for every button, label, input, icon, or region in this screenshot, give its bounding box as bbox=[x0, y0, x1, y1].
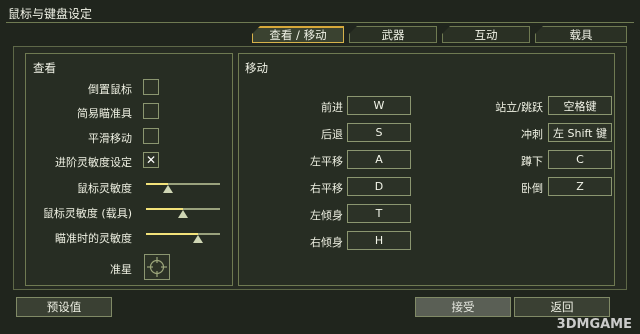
move-panel-title: 移动 bbox=[245, 61, 268, 75]
key-crouch[interactable]: C bbox=[548, 150, 612, 169]
accept-button[interactable]: 接受 bbox=[415, 297, 511, 317]
invert-mouse-checkbox[interactable] bbox=[143, 79, 159, 95]
simple-aim-checkbox[interactable] bbox=[143, 103, 159, 119]
key-sprint[interactable]: 左 Shift 键 bbox=[548, 123, 612, 142]
key-lean-left[interactable]: T bbox=[347, 204, 411, 223]
aim-sensitivity-slider[interactable] bbox=[146, 231, 220, 243]
crosshair-label: 准星 bbox=[110, 263, 132, 276]
view-panel-title: 查看 bbox=[33, 61, 56, 75]
tab-vehicle[interactable]: 载具 bbox=[535, 26, 627, 43]
view-panel: 查看 倒置鼠标 简易瞄准具 平滑移动 进阶灵敏度设定 ✕ 鼠标灵敏度 鼠标灵敏度… bbox=[25, 53, 233, 286]
slider-thumb[interactable] bbox=[163, 185, 174, 193]
key-back[interactable]: S bbox=[347, 123, 411, 142]
key-lean-right[interactable]: H bbox=[347, 231, 411, 250]
key-forward[interactable]: W bbox=[347, 96, 411, 115]
binding-label-strafe-left: 左平移 bbox=[310, 155, 343, 168]
advanced-sensitivity-checkbox[interactable]: ✕ bbox=[143, 152, 159, 168]
binding-label-crouch: 蹲下 bbox=[521, 155, 543, 168]
watermark-logo: 3DMGAME bbox=[556, 317, 632, 332]
slider-thumb[interactable] bbox=[178, 210, 188, 218]
window-title: 鼠标与键盘设定 bbox=[8, 7, 93, 21]
key-jump[interactable]: 空格键 bbox=[548, 96, 612, 115]
key-strafe-right[interactable]: D bbox=[347, 177, 411, 196]
binding-label-prone: 卧倒 bbox=[521, 182, 543, 195]
title-divider bbox=[6, 22, 634, 23]
tab-view-move[interactable]: 查看 / 移动 bbox=[252, 26, 344, 43]
move-panel: 移动 bbox=[238, 53, 615, 286]
slider-thumb[interactable] bbox=[192, 235, 203, 243]
settings-window: 鼠标与键盘设定 查看 / 移动 武器 互动 载具 查看 倒置鼠标 简易瞄准具 平… bbox=[0, 0, 640, 334]
binding-label-strafe-right: 右平移 bbox=[310, 182, 343, 195]
binding-label-sprint: 冲刺 bbox=[521, 128, 543, 141]
preset-button[interactable]: 预设值 bbox=[16, 297, 112, 317]
back-button[interactable]: 返回 bbox=[514, 297, 610, 317]
crosshair-icon bbox=[147, 257, 167, 277]
tab-interact[interactable]: 互动 bbox=[442, 26, 530, 43]
smooth-move-label: 平滑移动 bbox=[88, 132, 132, 145]
advanced-sensitivity-label: 进阶灵敏度设定 bbox=[55, 156, 132, 169]
simple-aim-label: 简易瞄准具 bbox=[77, 107, 132, 120]
binding-label-forward: 前进 bbox=[321, 101, 343, 114]
binding-label-lean-right: 右倾身 bbox=[310, 236, 343, 249]
invert-mouse-label: 倒置鼠标 bbox=[88, 83, 132, 96]
binding-label-jump: 站立/跳跃 bbox=[495, 101, 543, 114]
key-strafe-left[interactable]: A bbox=[347, 150, 411, 169]
binding-label-lean-left: 左倾身 bbox=[310, 209, 343, 222]
check-mark-icon: ✕ bbox=[145, 153, 157, 167]
binding-label-back: 后退 bbox=[321, 128, 343, 141]
key-prone[interactable]: Z bbox=[548, 177, 612, 196]
aim-sensitivity-label: 瞄准时的灵敏度 bbox=[55, 232, 132, 245]
tab-weapons[interactable]: 武器 bbox=[349, 26, 437, 43]
vehicle-sensitivity-slider[interactable] bbox=[146, 206, 220, 218]
crosshair-picker[interactable] bbox=[144, 254, 170, 280]
mouse-sensitivity-slider[interactable] bbox=[146, 181, 220, 193]
vehicle-sensitivity-label: 鼠标灵敏度 (载具) bbox=[42, 207, 132, 220]
mouse-sensitivity-label: 鼠标灵敏度 bbox=[77, 182, 132, 195]
smooth-move-checkbox[interactable] bbox=[143, 128, 159, 144]
